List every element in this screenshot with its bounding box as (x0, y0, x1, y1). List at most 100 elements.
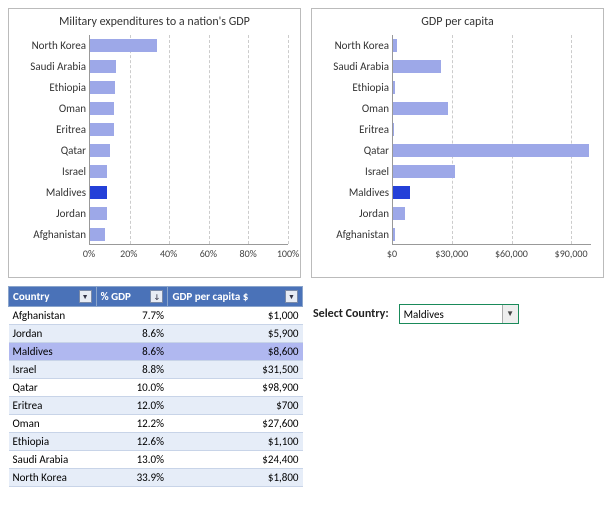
col-label: Country (13, 290, 49, 303)
bar (393, 102, 448, 115)
table-row[interactable]: North Korea33.9%$1,800 (9, 469, 303, 487)
cell-country: Ethiopia (9, 433, 97, 451)
table-row[interactable]: Israel8.8%$31,500 (9, 361, 303, 379)
x-tick-label: 80% (240, 247, 257, 260)
bar (90, 60, 116, 73)
col-header-gdp-per-capita[interactable]: GDP per capita $ ▼ (168, 287, 303, 307)
cell-gdp-per-capita: $8,600 (168, 343, 303, 361)
grid-line (288, 35, 289, 244)
bar (90, 144, 110, 157)
bar (393, 123, 394, 136)
table-row[interactable]: Afghanistan7.7%$1,000 (9, 307, 303, 325)
cell-pct-gdp: 12.0% (96, 397, 168, 415)
cell-country: Saudi Arabia (9, 451, 97, 469)
table-row[interactable]: Qatar10.0%$98,900 (9, 379, 303, 397)
bar (393, 228, 395, 241)
table-row[interactable]: Maldives8.6%$8,600 (9, 343, 303, 361)
cell-gdp-per-capita: $98,900 (168, 379, 303, 397)
bar (90, 186, 107, 199)
bar-category-label: Israel (16, 165, 90, 178)
bar-category-label: Qatar (16, 144, 90, 157)
cell-pct-gdp: 8.6% (96, 343, 168, 361)
bar (90, 81, 115, 94)
bar (90, 228, 105, 241)
col-header-country[interactable]: Country ▼ (9, 287, 97, 307)
cell-country: Eritrea (9, 397, 97, 415)
cell-pct-gdp: 12.6% (96, 433, 168, 451)
bar-row: Eritrea (90, 119, 288, 140)
bar-category-label: Eritrea (16, 123, 90, 136)
x-tick-label: $60,000 (495, 247, 528, 260)
dropdown-value: Maldives (400, 308, 502, 321)
table-body: Afghanistan7.7%$1,000Jordan8.6%$5,900Mal… (9, 307, 303, 487)
bar-row: Qatar (393, 140, 591, 161)
cell-gdp-per-capita: $1,100 (168, 433, 303, 451)
chart-title: Military expenditures to a nation's GDP (15, 15, 294, 29)
cell-gdp-per-capita: $5,900 (168, 325, 303, 343)
bar (393, 144, 589, 157)
bar (90, 123, 114, 136)
bar-row: Israel (393, 161, 591, 182)
cell-gdp-per-capita: $27,600 (168, 415, 303, 433)
cell-pct-gdp: 12.2% (96, 415, 168, 433)
bar-row: Afghanistan (393, 224, 591, 245)
cell-gdp-per-capita: $31,500 (168, 361, 303, 379)
bar-row: Jordan (393, 203, 591, 224)
bar-row: Saudi Arabia (90, 56, 288, 77)
bar-row: Saudi Arabia (393, 56, 591, 77)
bar-category-label: Afghanistan (319, 228, 393, 241)
bar (393, 60, 441, 73)
bar-category-label: North Korea (319, 39, 393, 52)
table-row[interactable]: Ethiopia12.6%$1,100 (9, 433, 303, 451)
bar-category-label: Ethiopia (319, 81, 393, 94)
bar-category-label: North Korea (16, 39, 90, 52)
chart-x-axis: $0$30,000$60,000$90,000 (392, 245, 591, 263)
bar-row: North Korea (393, 35, 591, 56)
dropdown-filter-icon[interactable]: ▼ (79, 290, 92, 303)
country-dropdown[interactable]: Maldives ▼ (399, 304, 519, 324)
cell-pct-gdp: 8.8% (96, 361, 168, 379)
cell-gdp-per-capita: $1,000 (168, 307, 303, 325)
bar (90, 39, 157, 52)
x-tick-label: 40% (160, 247, 177, 260)
x-tick-label: 60% (200, 247, 217, 260)
cell-pct-gdp: 13.0% (96, 451, 168, 469)
bar-category-label: Israel (319, 165, 393, 178)
cell-country: Oman (9, 415, 97, 433)
cell-pct-gdp: 33.9% (96, 469, 168, 487)
bar-row: Oman (393, 98, 591, 119)
table-row[interactable]: Eritrea12.0%$700 (9, 397, 303, 415)
cell-pct-gdp: 8.6% (96, 325, 168, 343)
table-row[interactable]: Jordan8.6%$5,900 (9, 325, 303, 343)
chevron-down-icon[interactable]: ▼ (502, 305, 518, 323)
x-tick-label: 20% (120, 247, 137, 260)
col-header-pct-gdp[interactable]: % GDP ↓ (96, 287, 168, 307)
sort-asc-icon[interactable]: ↓ (150, 290, 163, 303)
country-selector-area: Select Country: Maldives ▼ (313, 286, 604, 324)
bar-row: Israel (90, 161, 288, 182)
table-row[interactable]: Saudi Arabia13.0%$24,400 (9, 451, 303, 469)
bar-row: Qatar (90, 140, 288, 161)
dropdown-filter-icon[interactable]: ▼ (285, 290, 298, 303)
cell-country: Israel (9, 361, 97, 379)
bar-row: Eritrea (393, 119, 591, 140)
bar-category-label: Oman (319, 102, 393, 115)
cell-country: North Korea (9, 469, 97, 487)
cell-pct-gdp: 7.7% (96, 307, 168, 325)
bar (90, 207, 107, 220)
bar-category-label: Maldives (16, 186, 90, 199)
cell-pct-gdp: 10.0% (96, 379, 168, 397)
bar-row: Oman (90, 98, 288, 119)
bar-category-label: Qatar (319, 144, 393, 157)
bar-category-label: Saudi Arabia (319, 60, 393, 73)
bar-row: Maldives (90, 182, 288, 203)
bar (393, 39, 397, 52)
cell-country: Maldives (9, 343, 97, 361)
bar-category-label: Eritrea (319, 123, 393, 136)
bar-category-label: Jordan (16, 207, 90, 220)
select-country-label: Select Country: (313, 307, 389, 321)
chart-title: GDP per capita (318, 15, 597, 29)
x-tick-label: $30,000 (435, 247, 468, 260)
chart-plot-area: North KoreaSaudi ArabiaEthiopiaOmanEritr… (89, 35, 288, 245)
table-row[interactable]: Oman12.2%$27,600 (9, 415, 303, 433)
